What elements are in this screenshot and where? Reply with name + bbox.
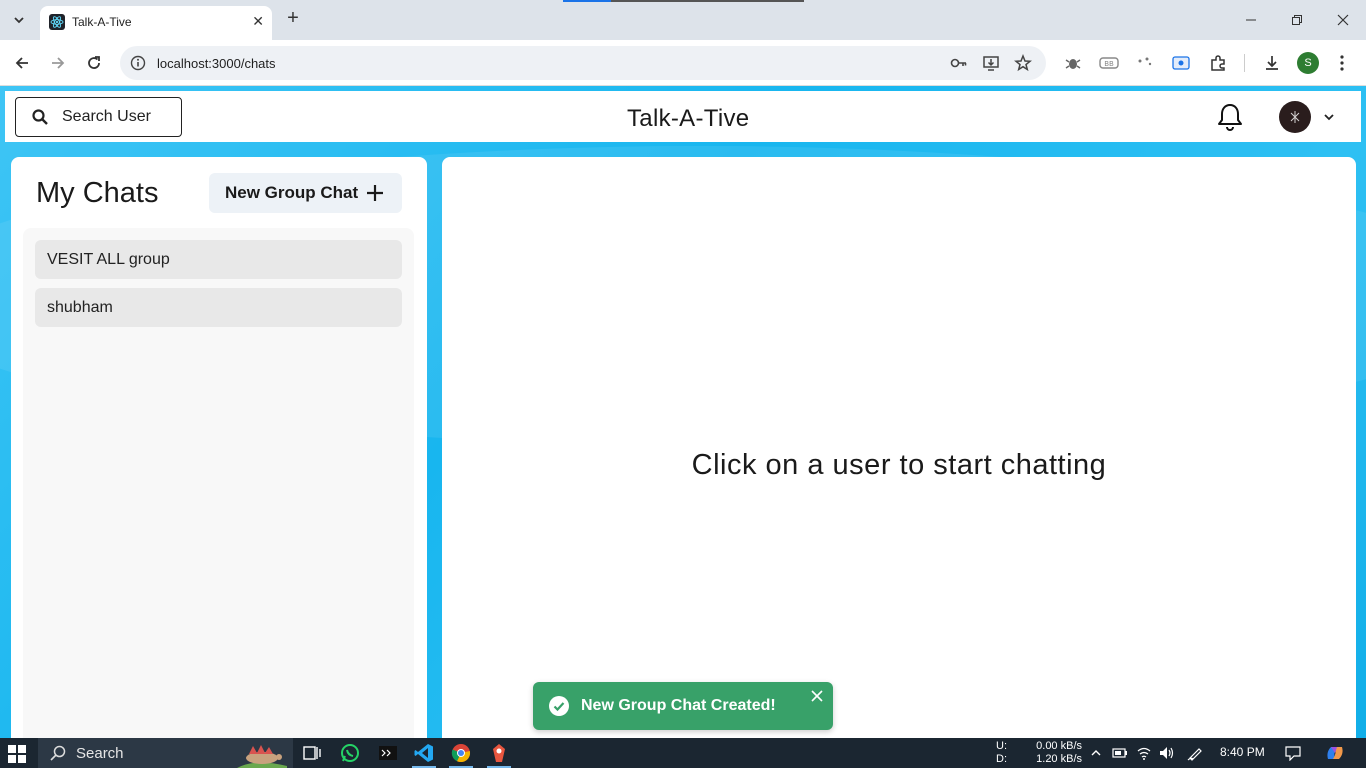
- close-icon[interactable]: [811, 690, 823, 702]
- tab-title: Talk-A-Tive: [72, 15, 132, 29]
- my-chats-panel: My Chats New Group Chat VESIT ALL group …: [11, 157, 427, 738]
- chat-list: VESIT ALL group shubham: [23, 228, 414, 738]
- vscode-icon[interactable]: [406, 738, 442, 768]
- extensions-puzzle-icon[interactable]: [1207, 52, 1229, 74]
- dots-extension-icon[interactable]: [1134, 52, 1156, 74]
- browser-tab-active[interactable]: Talk-A-Tive ✕: [40, 6, 272, 40]
- my-chats-title: My Chats: [36, 177, 159, 209]
- browser-menu-icon[interactable]: [1331, 52, 1353, 74]
- minimize-window-icon[interactable]: [1239, 8, 1263, 32]
- net-up-value: 0.00 kB/s: [1036, 740, 1082, 752]
- volume-icon[interactable]: [1158, 744, 1176, 762]
- site-info-icon[interactable]: [128, 53, 148, 73]
- bug-extension-icon[interactable]: [1062, 52, 1084, 74]
- address-bar[interactable]: localhost:3000/chats: [120, 46, 1046, 80]
- windows-start-icon[interactable]: [8, 745, 26, 763]
- plus-icon: [367, 185, 384, 201]
- chevron-up-icon[interactable]: [1087, 744, 1105, 762]
- avatar: [1279, 101, 1311, 133]
- reload-icon[interactable]: [82, 51, 106, 75]
- restore-window-icon[interactable]: [1285, 8, 1309, 32]
- copilot-icon[interactable]: [1324, 744, 1346, 762]
- check-circle-icon: [549, 696, 569, 716]
- install-app-icon[interactable]: [981, 53, 1001, 73]
- pen-icon[interactable]: [1186, 744, 1204, 762]
- dinosaur-search-art-icon: [237, 745, 287, 768]
- net-up-label: U:: [996, 740, 1007, 752]
- url-text[interactable]: localhost:3000/chats: [157, 56, 276, 71]
- extension-icon[interactable]: BB: [1098, 52, 1120, 74]
- downloads-icon[interactable]: [1261, 52, 1283, 74]
- screen-capture-extension-icon[interactable]: [1170, 52, 1192, 74]
- network-speed-values: 0.00 kB/s 1.20 kB/s: [1036, 740, 1082, 766]
- search-icon: [50, 745, 66, 761]
- chrome-icon[interactable]: [443, 738, 479, 768]
- battery-icon[interactable]: [1111, 744, 1129, 762]
- search-user-label: Search User: [62, 108, 151, 125]
- chat-box-panel: Click on a user to start chatting: [442, 157, 1356, 738]
- svg-text:BB: BB: [1104, 60, 1114, 68]
- new-tab-button[interactable]: +: [282, 8, 304, 30]
- search-user-button[interactable]: Search User: [15, 97, 182, 137]
- browser-profile-avatar[interactable]: S: [1297, 52, 1319, 74]
- toolbar-divider: [1244, 54, 1245, 72]
- chat-list-item[interactable]: VESIT ALL group: [35, 240, 402, 279]
- taskbar-search-box[interactable]: Search: [38, 738, 293, 768]
- browser-tab-strip: Talk-A-Tive ✕ +: [0, 0, 1366, 40]
- task-view-icon[interactable]: [294, 738, 330, 768]
- chevron-down-icon: [1324, 114, 1334, 121]
- taskbar-search-label: Search: [76, 744, 124, 762]
- design-app-icon[interactable]: [481, 738, 517, 768]
- tab-close-icon[interactable]: ✕: [252, 13, 264, 30]
- back-icon[interactable]: [10, 51, 34, 75]
- taskbar-clock[interactable]: 8:40 PM: [1220, 745, 1265, 759]
- whatsapp-icon[interactable]: [332, 738, 368, 768]
- windows-taskbar: Search U: D: 0.00 kB/s 1.20 kB/s 8:40 PM: [0, 738, 1366, 768]
- new-group-chat-label: New Group Chat: [225, 183, 359, 202]
- close-window-icon[interactable]: [1331, 8, 1355, 32]
- tab-search-icon[interactable]: [6, 8, 32, 32]
- terminal-icon[interactable]: [370, 738, 406, 768]
- net-down-label: D:: [996, 753, 1007, 765]
- browser-toolbar: localhost:3000/chats BB S: [0, 40, 1366, 86]
- bookmark-star-icon[interactable]: [1013, 53, 1033, 73]
- notification-bell-icon[interactable]: [1215, 102, 1245, 132]
- password-key-icon[interactable]: [949, 53, 969, 73]
- app-background: Search User Talk-A-Tive My Chats New Gro…: [0, 86, 1366, 738]
- search-icon: [32, 109, 48, 125]
- forward-icon[interactable]: [46, 51, 70, 75]
- app-title: Talk-A-Tive: [627, 105, 750, 132]
- network-speed-labels: U: D:: [996, 740, 1007, 766]
- loading-indicator: [563, 0, 804, 2]
- toast-message: New Group Chat Created!: [581, 697, 776, 714]
- chat-list-item[interactable]: shubham: [35, 288, 402, 327]
- app-header: Search User Talk-A-Tive: [5, 91, 1361, 142]
- success-toast: New Group Chat Created!: [533, 682, 833, 730]
- react-favicon-icon: [49, 14, 65, 30]
- notification-center-icon[interactable]: [1284, 744, 1302, 762]
- profile-menu-button[interactable]: [1277, 101, 1337, 133]
- empty-chat-message: Click on a user to start chatting: [691, 449, 1107, 481]
- new-group-chat-button[interactable]: New Group Chat: [209, 173, 402, 213]
- wifi-icon[interactable]: [1135, 744, 1153, 762]
- net-down-value: 1.20 kB/s: [1036, 753, 1082, 765]
